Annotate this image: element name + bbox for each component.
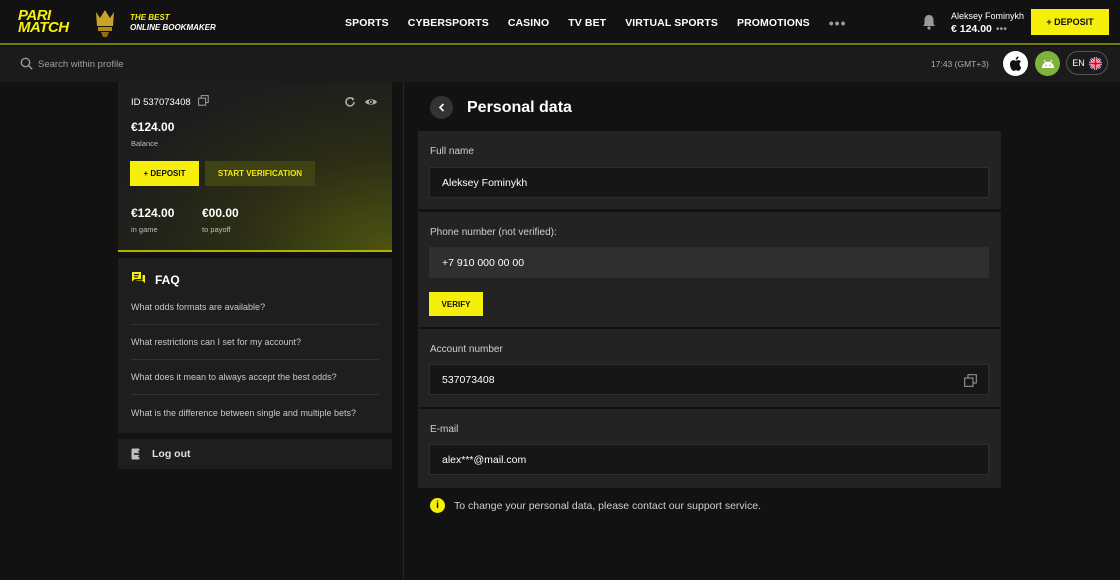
faq-item[interactable]: What odds formats are available? <box>131 290 379 325</box>
verify-phone-button[interactable]: VERIFY <box>429 292 483 316</box>
email-section: E-mail <box>418 409 1001 488</box>
logo-line-2: MATCH <box>18 19 69 36</box>
eye-icon[interactable] <box>364 97 378 107</box>
logout-label: Log out <box>152 448 191 460</box>
clock-display: 17:43 (GMT+3) <box>931 59 989 69</box>
email-label: E-mail <box>430 424 459 435</box>
nav-sports[interactable]: SPORTS <box>345 17 389 29</box>
nav-promotions[interactable]: PROMOTIONS <box>737 17 810 29</box>
chevron-left-icon <box>438 103 444 112</box>
bell-icon[interactable] <box>922 14 936 30</box>
card-deposit-button[interactable]: + DEPOSIT <box>130 161 199 186</box>
info-notice: i To change your personal data, please c… <box>430 498 761 513</box>
crown-icon <box>96 10 114 37</box>
to-payoff-label: to payoff <box>202 225 231 234</box>
chat-bubbles-icon <box>132 272 145 283</box>
balance-label: Balance <box>131 139 159 148</box>
uk-flag-icon <box>1088 56 1102 70</box>
user-name: Aleksey Fominykh <box>951 11 1025 21</box>
refresh-icon[interactable] <box>344 96 356 108</box>
full-name-section: Full name <box>418 131 1001 209</box>
android-app-button[interactable] <box>1035 51 1060 76</box>
user-info[interactable]: Aleksey Fominykh € 124.00 ••• <box>951 10 1024 35</box>
top-header: PARI MATCH THE BEST ONLINE BOOKMAKER SPO… <box>0 0 1120 45</box>
search-icon <box>20 57 33 70</box>
copy-icon[interactable] <box>198 95 209 106</box>
faq-title: FAQ <box>155 273 180 287</box>
to-payoff-amount: €00.00 <box>202 206 239 220</box>
faq-item[interactable]: What does it mean to always accept the b… <box>131 360 379 395</box>
info-icon: i <box>430 498 445 513</box>
back-button[interactable] <box>430 96 453 119</box>
in-game-label: in game <box>131 225 158 234</box>
page-title: Personal data <box>467 99 572 116</box>
column-divider <box>403 82 404 580</box>
account-number-field[interactable] <box>429 364 989 395</box>
copy-icon[interactable] <box>964 374 977 387</box>
nav-virtual-sports[interactable]: VIRTUAL SPORTS <box>625 17 718 29</box>
phone-field[interactable] <box>429 247 989 278</box>
user-balance-value: € 124.00 <box>951 23 992 35</box>
android-icon <box>1041 59 1054 68</box>
user-more-icon[interactable]: ••• <box>996 23 1007 35</box>
profile-subbar: 17:43 (GMT+3) <box>0 47 1120 82</box>
start-verification-button[interactable]: START VERIFICATION <box>205 161 315 186</box>
in-game-amount: €124.00 <box>131 206 175 220</box>
logout-icon <box>131 448 143 460</box>
phone-label: Phone number (not verified): <box>430 227 557 238</box>
phone-section: Phone number (not verified): VERIFY <box>418 212 1001 327</box>
full-name-label: Full name <box>430 146 474 157</box>
account-number-label: Account number <box>430 344 503 355</box>
faq-item[interactable]: What is the difference between single an… <box>131 395 379 430</box>
account-number-section: Account number <box>418 329 1001 407</box>
apple-app-button[interactable] <box>1003 51 1028 76</box>
nav-cybersports[interactable]: CYBERSPORTS <box>408 17 489 29</box>
balance-amount: €124.00 <box>131 120 175 134</box>
main-nav: SPORTS CYBERSPORTS CASINO TV BET VIRTUAL… <box>345 0 846 45</box>
nav-more-button[interactable]: ••• <box>829 15 847 31</box>
language-code: EN <box>1072 58 1085 68</box>
header-deposit-button[interactable]: + DEPOSIT <box>1031 9 1109 35</box>
nav-tv-bet[interactable]: TV BET <box>568 17 606 29</box>
tagline-line-1: THE BEST <box>130 13 170 22</box>
balance-card: ID 537073408 €124.00 Balance + DEPOSIT S… <box>118 82 392 252</box>
tagline: THE BEST ONLINE BOOKMAKER <box>130 13 216 33</box>
faq-panel: FAQ What odds formats are available? Wha… <box>118 258 392 433</box>
faq-item[interactable]: What restrictions can I set for my accou… <box>131 325 379 360</box>
info-text: To change your personal data, please con… <box>454 499 762 512</box>
full-name-field[interactable] <box>429 167 989 198</box>
logout-button[interactable]: Log out <box>118 439 392 469</box>
profile-search-input[interactable] <box>38 55 238 73</box>
account-id: ID 537073408 <box>131 97 191 108</box>
language-selector[interactable]: EN <box>1066 51 1108 75</box>
email-field[interactable] <box>429 444 989 475</box>
apple-icon <box>1009 56 1022 71</box>
user-balance: € 124.00 ••• <box>951 23 1024 35</box>
nav-casino[interactable]: CASINO <box>508 17 549 29</box>
tagline-line-2: ONLINE BOOKMAKER <box>130 23 216 32</box>
parimatch-logo[interactable]: PARI MATCH <box>18 8 69 36</box>
